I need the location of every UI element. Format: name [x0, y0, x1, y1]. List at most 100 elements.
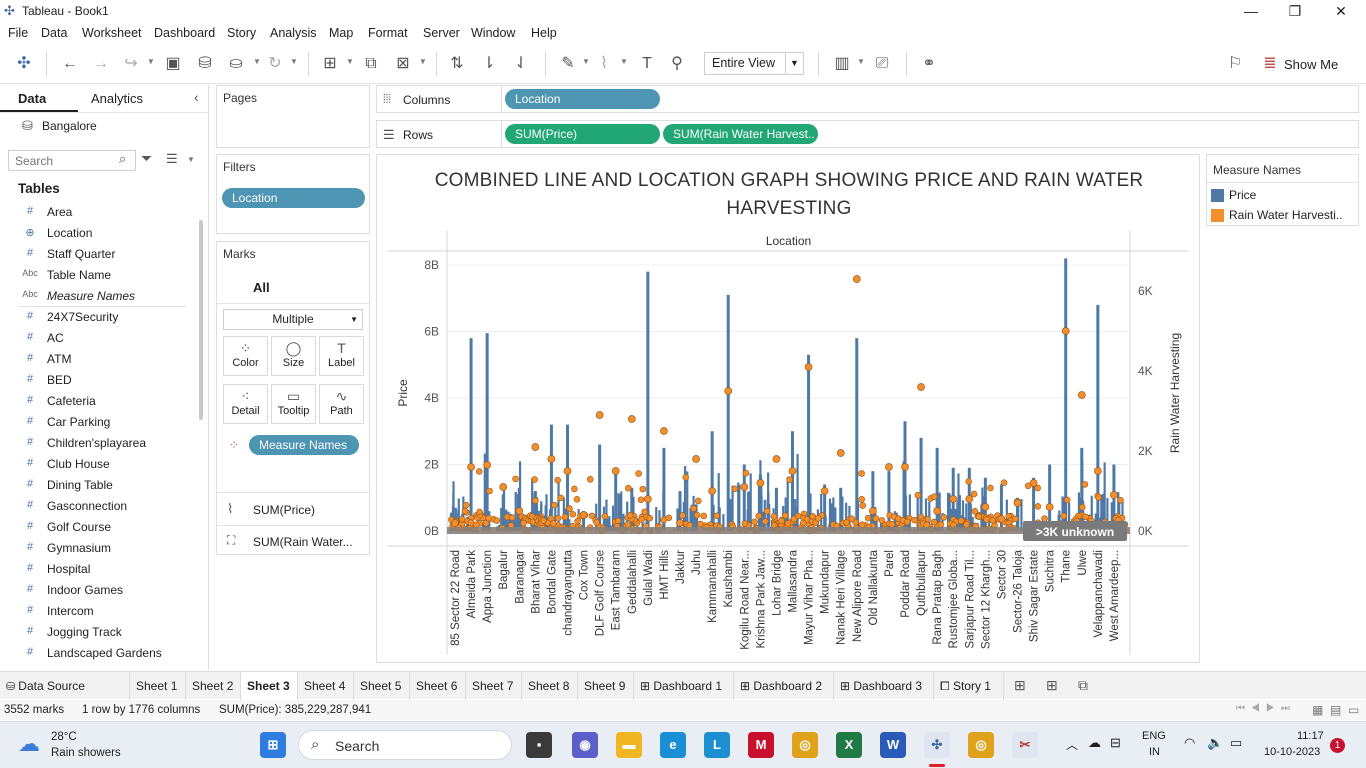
marks-row-price[interactable]: SUM(Price) [253, 503, 315, 517]
weather-icon[interactable]: ☁ [18, 731, 40, 757]
chevron-down-icon[interactable]: ▼ [187, 155, 195, 164]
word-icon[interactable]: W [880, 732, 906, 758]
tab-data[interactable]: Data [18, 91, 46, 106]
grid-view-icon[interactable]: ▦ [1312, 703, 1323, 717]
taskbar-search[interactable]: ⌕ Search [298, 730, 512, 760]
new-worksheet-icon[interactable]: ⊞ [320, 54, 340, 74]
menu-data[interactable]: Data [41, 26, 67, 40]
clock-time[interactable]: 11:17 [1297, 730, 1324, 742]
menu-help[interactable]: Help [531, 26, 557, 40]
refresh-icon[interactable]: ↻ [265, 54, 285, 74]
field-item[interactable]: # Intercom [0, 601, 190, 622]
tab-data-source[interactable]: ⛁ Data Source [0, 672, 130, 700]
field-item[interactable]: # Gasconnection [0, 496, 190, 517]
field-item[interactable]: # Gymnasium [0, 538, 190, 559]
teams-icon[interactable]: ◉ [572, 732, 598, 758]
tab-sheet-2[interactable]: Sheet 2 [186, 672, 241, 700]
field-item[interactable]: ⊕ Location [0, 223, 190, 244]
swap-icon[interactable]: ⇅ [447, 54, 467, 74]
menu-dashboard[interactable]: Dashboard [154, 26, 215, 40]
field-item[interactable]: # Landscaped Gardens [0, 643, 190, 664]
scrollbar[interactable] [199, 220, 203, 420]
snipping-tool-icon[interactable]: ✂ [1012, 732, 1038, 758]
field-item[interactable]: # Dining Table [0, 475, 190, 496]
sheet-nav-icon[interactable]: ⏮◀▶⏭ [1236, 703, 1296, 714]
filters-card[interactable]: Filters Location [216, 154, 370, 234]
label-icon[interactable]: T [637, 54, 657, 74]
tab-sheet-6[interactable]: Sheet 6 [410, 672, 466, 700]
presentation-icon[interactable]: ⎚ [872, 54, 892, 74]
color-button[interactable]: ⁘ Color [223, 336, 268, 376]
field-item[interactable]: # BED [0, 370, 190, 391]
measure-names-pill[interactable]: Measure Names [249, 435, 359, 455]
columns-pill-location[interactable]: Location [505, 89, 660, 109]
rows-pill-price[interactable]: SUM(Price) [505, 124, 660, 144]
sort-ascending-icon[interactable]: ⇂ [479, 54, 499, 74]
tab-dashboard-1[interactable]: ⊞ Dashboard 1 [634, 672, 734, 700]
tab-sheet-4[interactable]: Sheet 4 [298, 672, 354, 700]
menu-worksheet[interactable]: Worksheet [82, 26, 142, 40]
filter-pill-location[interactable]: Location [222, 188, 365, 208]
tabs-view-icon[interactable]: ▭ [1348, 703, 1359, 717]
chrome-profile-icon[interactable]: ◎ [968, 732, 994, 758]
clear-sheet-icon[interactable]: ⊠ [393, 54, 413, 74]
rows-pill-rain[interactable]: SUM(Rain Water Harvest.. [663, 124, 818, 144]
volume-icon[interactable]: 🔈 [1207, 735, 1223, 751]
clock-date[interactable]: 10-10-2023 [1264, 746, 1320, 758]
share-icon[interactable]: ⚭ [919, 54, 939, 74]
close-icon[interactable]: ✕ [1318, 0, 1364, 22]
pages-card[interactable]: Pages [216, 85, 370, 148]
field-item[interactable]: # Club House [0, 454, 190, 475]
legend-label-price[interactable]: Price [1229, 188, 1256, 202]
field-item[interactable]: # Area [0, 202, 190, 223]
excel-icon[interactable]: X [836, 732, 862, 758]
field-item[interactable]: # Children'splayarea [0, 433, 190, 454]
l-app-icon[interactable]: L [704, 732, 730, 758]
new-worksheet-icon[interactable]: ⊞ [1014, 677, 1026, 694]
filter-icon[interactable]: ⏷ [141, 150, 152, 167]
new-dashboard-icon[interactable]: ⊞ [1046, 677, 1058, 694]
tab-sheet-7[interactable]: Sheet 7 [466, 672, 522, 700]
filmstrip-icon[interactable]: ▤ [1330, 703, 1341, 717]
battery-icon[interactable]: ▭ [1230, 735, 1242, 751]
highlight-icon[interactable]: ✎ [558, 54, 578, 74]
menu-analysis[interactable]: Analysis [270, 26, 317, 40]
search-icon[interactable]: ⌕ [119, 151, 126, 167]
minimize-icon[interactable]: — [1228, 0, 1274, 22]
label-button[interactable]: T Label [319, 336, 364, 376]
marks-all-label[interactable]: All [253, 280, 270, 295]
fit-dropdown[interactable]: Entire View ▼ [704, 52, 804, 75]
path-button[interactable]: ∿ Path [319, 384, 364, 424]
show-cards-icon[interactable]: ▥ [832, 54, 852, 74]
combined-chart[interactable]: Location 8B 6B 4B 2B 0B 6K 4K 2K 0K Price Rain Wate… [377, 225, 1199, 662]
restore-icon[interactable]: ❐ [1272, 0, 1318, 22]
menu-server[interactable]: Server [423, 26, 460, 40]
lang-eng[interactable]: ENG [1142, 730, 1166, 742]
show-me-icon[interactable]: ≣ [1260, 54, 1280, 74]
field-item[interactable]: Abc Table Name [0, 265, 190, 286]
save-icon[interactable]: ▣ [163, 54, 183, 74]
lang-in[interactable]: IN [1149, 746, 1160, 758]
field-item[interactable]: # Golf Course [0, 517, 190, 538]
size-button[interactable]: ◯ Size [271, 336, 316, 376]
show-me-button[interactable]: Show Me [1284, 57, 1338, 72]
mark-type-select[interactable]: Multiple ▼ [223, 309, 363, 330]
chevron-up-icon[interactable]: ︿ [1066, 736, 1078, 753]
menu-format[interactable]: Format [368, 26, 408, 40]
tab-dashboard-2[interactable]: ⊞ Dashboard 2 [734, 672, 834, 700]
tab-sheet-8[interactable]: Sheet 8 [522, 672, 578, 700]
pin-icon[interactable]: ⚲ [667, 54, 687, 74]
field-item[interactable]: # Jogging Track [0, 622, 190, 643]
undo-icon[interactable]: ← [60, 54, 80, 74]
mcafee-icon[interactable]: M [748, 732, 774, 758]
duplicate-sheet-icon[interactable]: ⧉ [361, 54, 381, 74]
field-item[interactable]: # Car Parking [0, 412, 190, 433]
field-item[interactable]: # AC [0, 328, 190, 349]
tab-analytics[interactable]: Analytics [91, 91, 143, 106]
search-input[interactable] [8, 150, 136, 171]
tab-sheet-5[interactable]: Sheet 5 [354, 672, 410, 700]
menu-window[interactable]: Window [471, 26, 515, 40]
wifi-icon[interactable]: ◠ [1184, 735, 1195, 751]
field-item[interactable]: # Cafeteria [0, 391, 190, 412]
menu-map[interactable]: Map [329, 26, 353, 40]
